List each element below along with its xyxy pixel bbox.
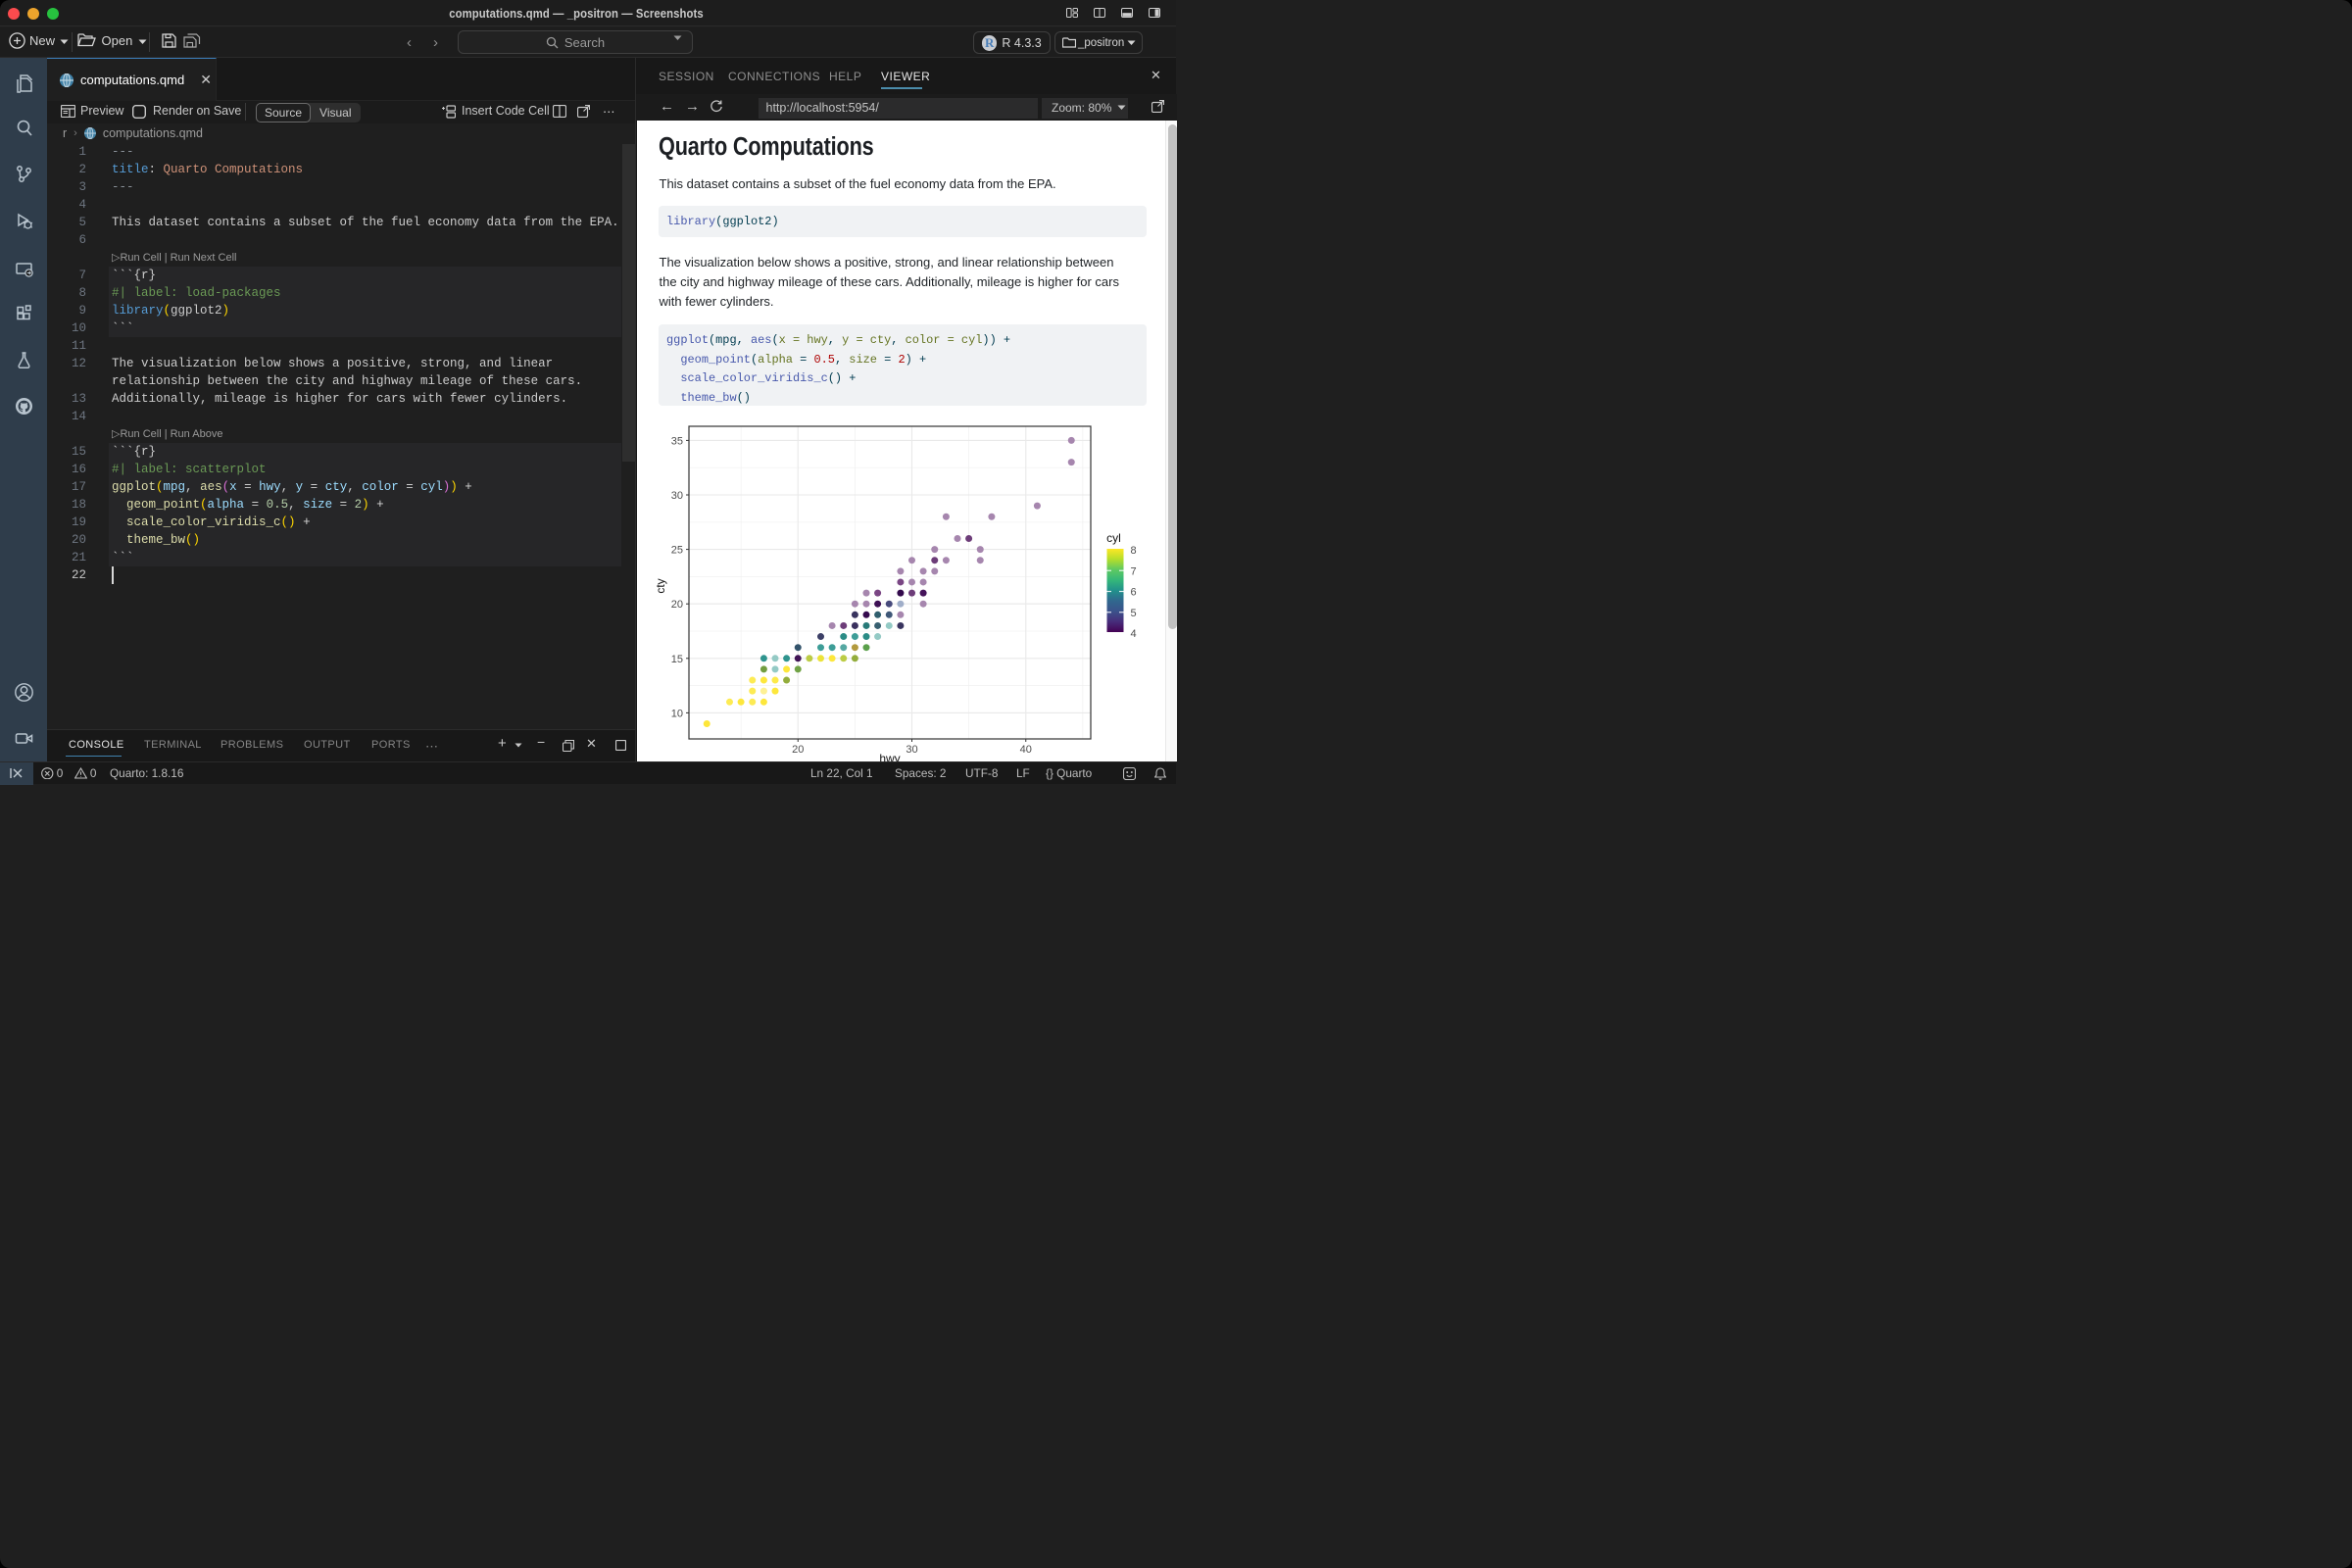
svg-text:30: 30 <box>671 490 683 502</box>
svg-text:8: 8 <box>1131 545 1137 557</box>
svg-text:30: 30 <box>906 744 917 756</box>
svg-text:40: 40 <box>1020 744 1032 756</box>
svg-text:7: 7 <box>1131 565 1137 577</box>
svg-text:5: 5 <box>1131 608 1137 619</box>
svg-text:20: 20 <box>792 744 804 756</box>
svg-text:4: 4 <box>1131 628 1137 640</box>
svg-text:6: 6 <box>1131 587 1137 599</box>
svg-text:20: 20 <box>671 599 683 611</box>
svg-text:15: 15 <box>671 654 683 665</box>
svg-text:cyl: cyl <box>1106 531 1121 545</box>
svg-text:10: 10 <box>671 708 683 719</box>
svg-text:cty: cty <box>657 578 667 593</box>
svg-text:35: 35 <box>671 435 683 447</box>
svg-text:25: 25 <box>671 545 683 557</box>
svg-text:hwy: hwy <box>879 752 900 761</box>
